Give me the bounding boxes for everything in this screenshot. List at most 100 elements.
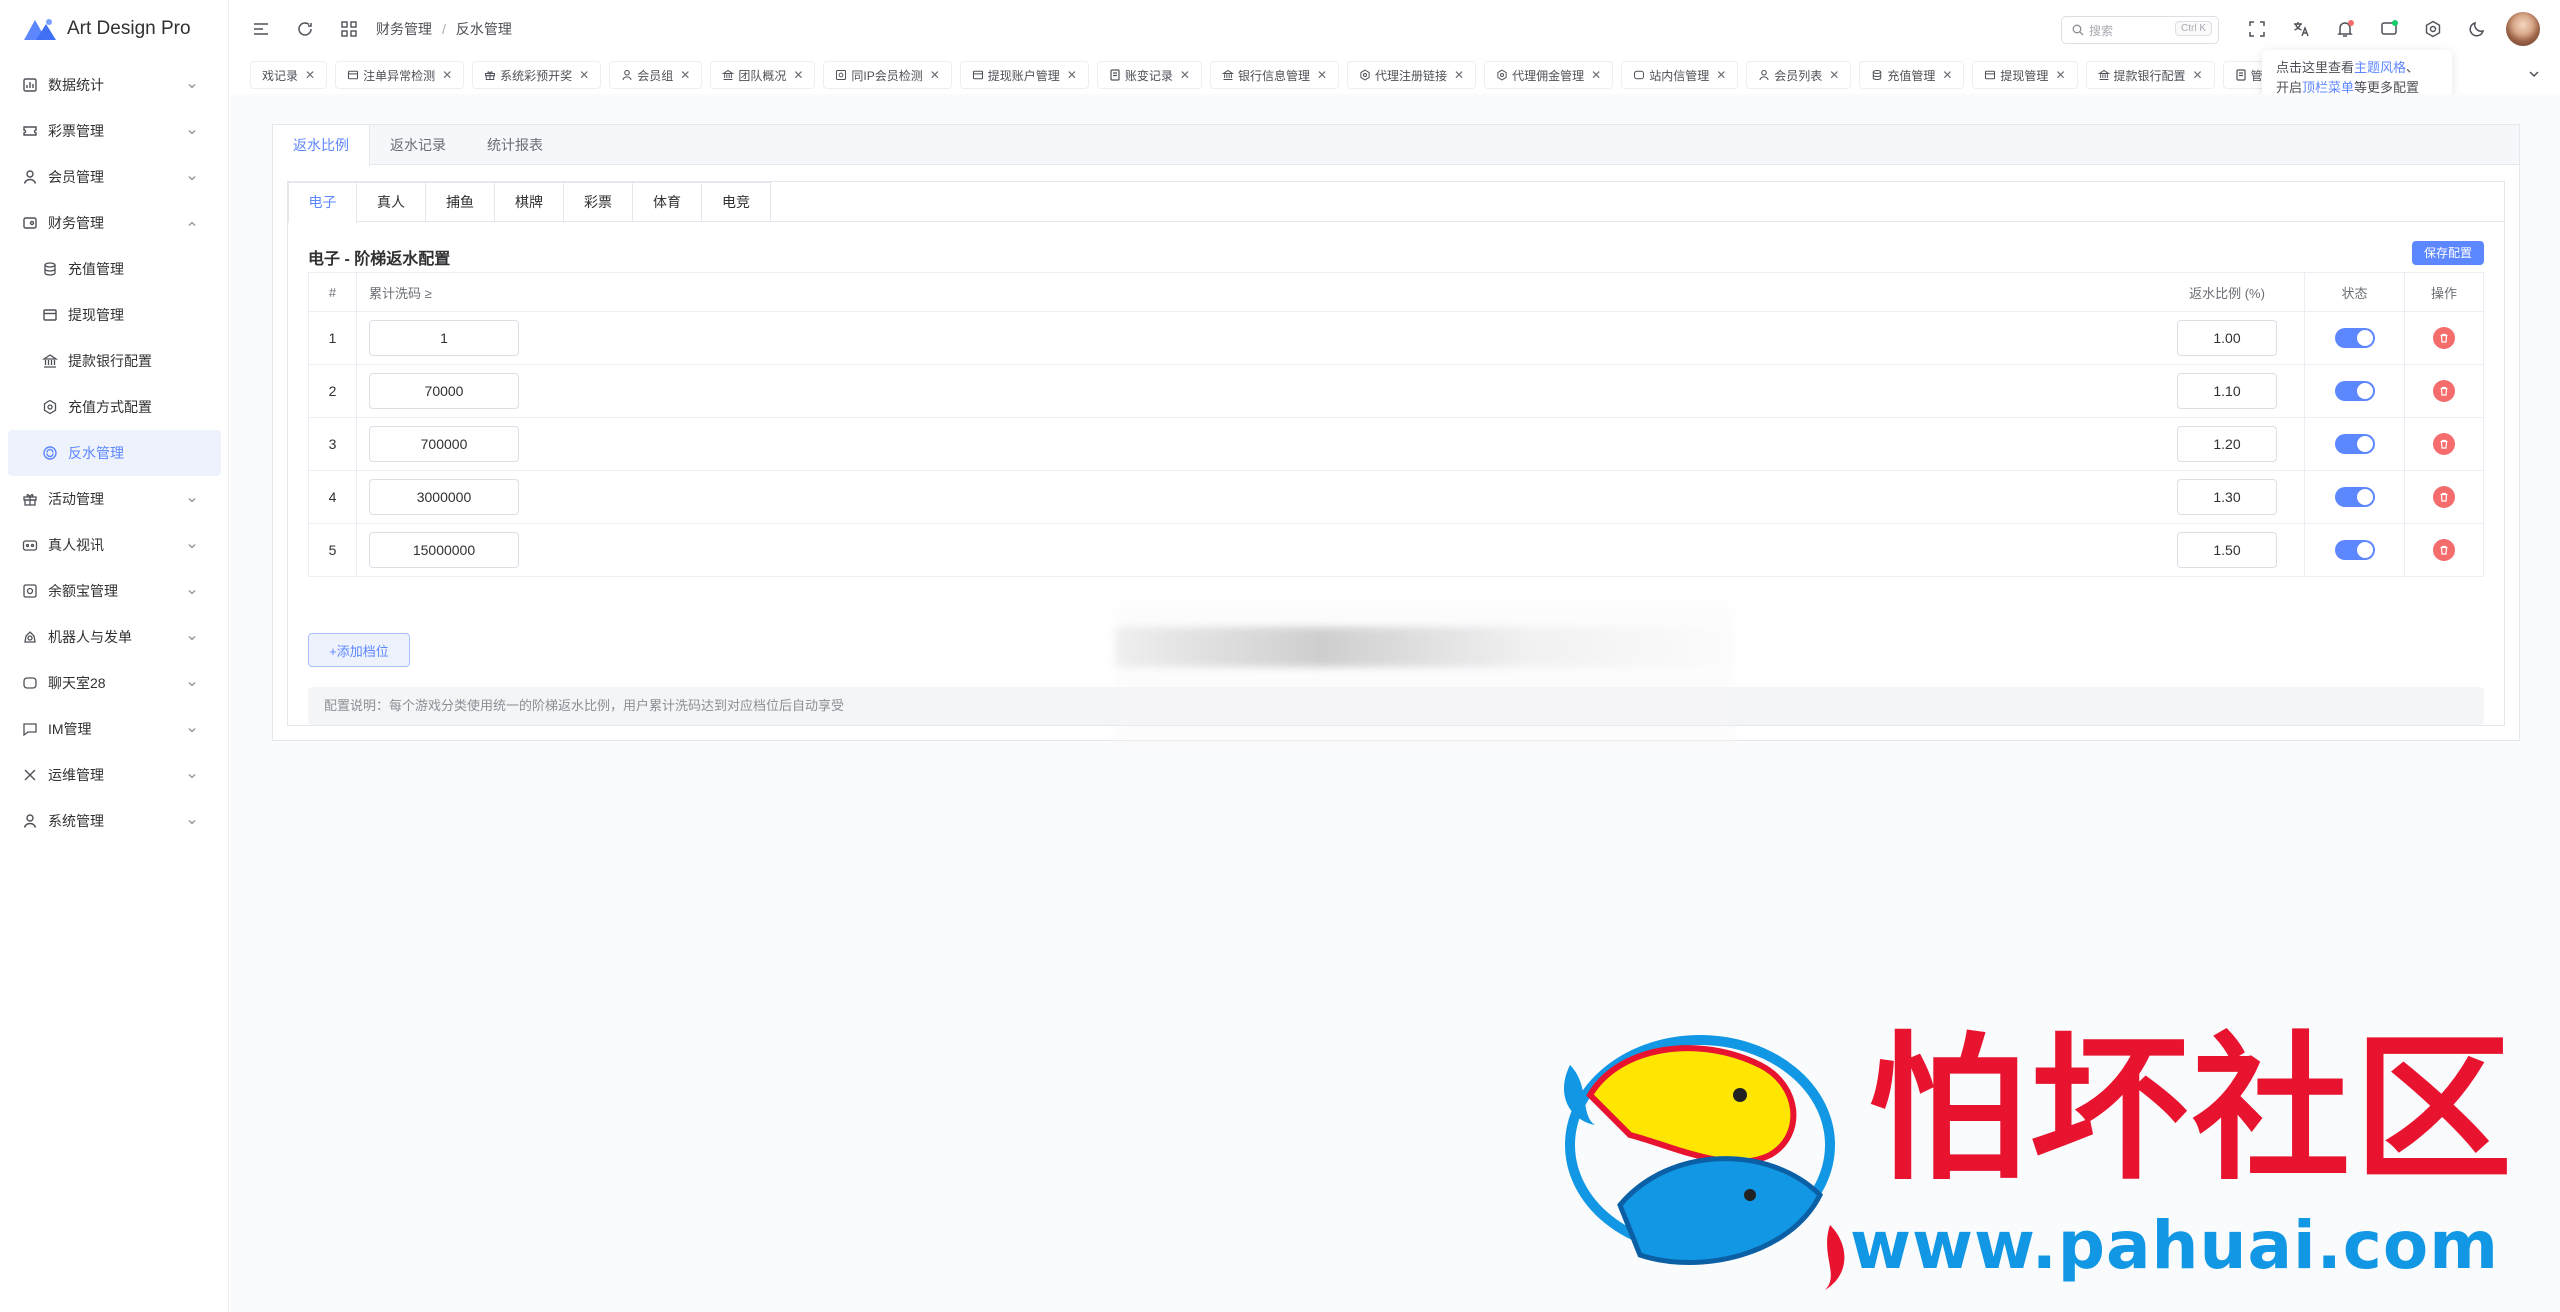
tab-rebate-records[interactable]: 返水记录 [370, 125, 467, 165]
grid-icon[interactable] [340, 20, 358, 38]
page-tab[interactable]: 注单异常检测 ✕ [335, 61, 465, 89]
breadcrumb-item[interactable]: 财务管理 [376, 19, 432, 39]
category-tab[interactable]: 体育 [633, 182, 702, 221]
delete-icon[interactable] [2433, 486, 2455, 508]
page-tab[interactable]: 代理佣金管理 ✕ [1484, 61, 1614, 89]
sidebar-item[interactable]: 运维管理 [0, 752, 228, 798]
flow-threshold-input[interactable]: 700000 [369, 426, 519, 462]
tab-statistics[interactable]: 统计报表 [467, 125, 564, 165]
sidebar-subitem[interactable]: 反水管理 [8, 430, 221, 476]
close-icon[interactable]: ✕ [1180, 68, 1190, 82]
sidebar-subitem[interactable]: 提款银行配置 [0, 338, 228, 384]
close-icon[interactable]: ✕ [1067, 68, 1077, 82]
page-tab[interactable]: 会员组 ✕ [609, 61, 703, 89]
delete-icon[interactable] [2433, 327, 2455, 349]
rebate-rate-input[interactable]: 1.20 [2177, 426, 2277, 462]
flow-threshold-input[interactable]: 3000000 [369, 479, 519, 515]
page-tab[interactable]: 团队概况 ✕ [710, 61, 816, 89]
close-icon[interactable]: ✕ [1454, 68, 1464, 82]
page-tab[interactable]: 提现管理 ✕ [1972, 61, 2078, 89]
page-tab[interactable]: 充值管理 ✕ [1859, 61, 1965, 89]
page-tab[interactable]: 银行信息管理 ✕ [1209, 61, 1340, 89]
sidebar-item[interactable]: 余额宝管理 [0, 568, 228, 614]
status-toggle[interactable] [2334, 381, 2375, 401]
category-tab[interactable]: 电竞 [702, 182, 771, 221]
sidebar-subitem[interactable]: 充值管理 [0, 246, 228, 292]
category-tab[interactable]: 真人 [357, 182, 426, 221]
user-icon [1758, 69, 1770, 81]
sidebar-item[interactable]: 真人视讯 [0, 522, 228, 568]
page-tab[interactable]: 系统彩预开奖 ✕ [472, 61, 602, 89]
delete-icon[interactable] [2433, 433, 2455, 455]
flow-threshold-input[interactable]: 15000000 [369, 532, 519, 568]
rebate-rate-input[interactable]: 1.10 [2177, 373, 2277, 409]
add-tier-button[interactable]: +添加档位 [308, 633, 410, 667]
rebate-rate-input[interactable]: 1.00 [2177, 320, 2277, 356]
sidebar-item[interactable]: IM管理 [0, 706, 228, 752]
close-icon[interactable]: ✕ [579, 68, 589, 82]
close-icon[interactable]: ✕ [793, 68, 803, 82]
close-icon[interactable]: ✕ [442, 68, 452, 82]
tab-rebate-ratio[interactable]: 返水比例 [273, 125, 370, 166]
flow-cell: 70000 [357, 365, 2150, 417]
sidebar-item[interactable]: 活动管理 [0, 476, 228, 522]
dark-mode-icon[interactable] [2468, 20, 2486, 38]
chevron-down-icon[interactable] [2526, 66, 2542, 82]
close-icon[interactable]: ✕ [2193, 68, 2203, 82]
save-config-button[interactable]: 保存配置 [2412, 241, 2484, 265]
rebate-rate-input[interactable]: 1.30 [2177, 479, 2277, 515]
page-tab[interactable]: 代理注册链接 ✕ [1347, 61, 1477, 89]
fullscreen-icon[interactable] [2248, 20, 2266, 38]
sidebar-item[interactable]: 机器人与发单 [0, 614, 228, 660]
rebate-rate-input[interactable]: 1.50 [2177, 532, 2277, 568]
close-icon[interactable]: ✕ [2055, 68, 2065, 82]
flow-threshold-input[interactable]: 1 [369, 320, 519, 356]
sidebar-item[interactable]: 数据统计 [0, 62, 228, 108]
status-toggle[interactable] [2334, 487, 2375, 507]
settings-icon[interactable] [2424, 20, 2442, 38]
close-icon[interactable]: ✕ [680, 68, 690, 82]
sidebar-item[interactable]: 彩票管理 [0, 108, 228, 154]
category-tab[interactable]: 彩票 [564, 182, 633, 221]
sidebar-item[interactable]: 会员管理 [0, 154, 228, 200]
bell-icon[interactable] [2336, 20, 2354, 38]
status-toggle[interactable] [2334, 434, 2375, 454]
search-input[interactable]: 搜索 Ctrl K [2061, 16, 2219, 44]
logo[interactable]: Art Design Pro [0, 0, 228, 58]
page-tab[interactable]: 提现账户管理 ✕ [959, 61, 1089, 89]
page-tab[interactable]: 戏记录 ✕ [250, 61, 328, 89]
menu-toggle-icon[interactable] [252, 20, 270, 38]
user-icon [22, 813, 38, 829]
flow-threshold-input[interactable]: 70000 [369, 373, 519, 409]
close-icon[interactable]: ✕ [1942, 68, 1952, 82]
delete-icon[interactable] [2433, 539, 2455, 561]
chat-icon[interactable] [2380, 20, 2398, 38]
close-icon[interactable]: ✕ [1829, 68, 1839, 82]
page-tab[interactable]: 同IP会员检测 ✕ [823, 61, 952, 89]
sidebar-item[interactable]: 系统管理 [0, 798, 228, 844]
page-tab[interactable]: 账变记录 ✕ [1096, 61, 1202, 89]
page-tab[interactable]: 提款银行配置 ✕ [2085, 61, 2215, 89]
sidebar-item[interactable]: 财务管理 [0, 200, 228, 246]
close-icon[interactable]: ✕ [1591, 68, 1601, 82]
close-icon[interactable]: ✕ [1716, 68, 1726, 82]
sidebar-subitem[interactable]: 充值方式配置 [0, 384, 228, 430]
status-toggle[interactable] [2334, 328, 2375, 348]
page-tab[interactable]: 站内信管理 ✕ [1621, 61, 1739, 89]
coins-icon [42, 261, 58, 277]
status-toggle[interactable] [2334, 540, 2375, 560]
close-icon[interactable]: ✕ [1317, 68, 1327, 82]
category-tab[interactable]: 捕鱼 [426, 182, 495, 221]
sidebar-item[interactable]: 聊天室28 [0, 660, 228, 706]
sidebar-subitem[interactable]: 提现管理 [0, 292, 228, 338]
delete-icon[interactable] [2433, 380, 2455, 402]
refresh-icon[interactable] [296, 20, 314, 38]
category-tab[interactable]: 电子 [288, 182, 357, 223]
close-icon[interactable]: ✕ [930, 68, 940, 82]
language-icon[interactable] [2292, 20, 2310, 38]
user-avatar[interactable] [2506, 12, 2540, 46]
sidebar-subitem-label: 提款银行配置 [68, 353, 152, 369]
page-tab[interactable]: 会员列表 ✕ [1746, 61, 1852, 89]
close-icon[interactable]: ✕ [305, 68, 315, 82]
category-tab[interactable]: 棋牌 [495, 182, 564, 221]
